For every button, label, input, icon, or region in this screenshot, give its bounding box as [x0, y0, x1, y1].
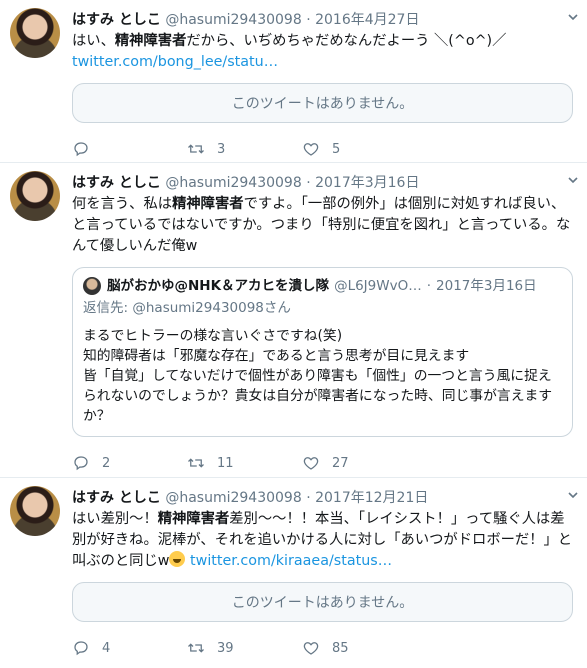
- retweet-button[interactable]: 39: [187, 639, 302, 657]
- tweet-link[interactable]: twitter.com/kiraaea/status…: [190, 553, 392, 569]
- display-name[interactable]: はすみ としこ: [72, 175, 161, 191]
- caret-down-icon[interactable]: [567, 489, 579, 501]
- caret-down-icon[interactable]: [567, 174, 579, 186]
- separator: ·: [306, 490, 311, 506]
- reply-button[interactable]: [72, 140, 187, 158]
- like-count: 85: [332, 640, 349, 656]
- display-name[interactable]: はすみ としこ: [72, 490, 161, 506]
- tweet-actions: 2 11 27: [72, 443, 573, 483]
- reply-count: 4: [102, 640, 111, 656]
- quoted-display-name: 脳がおかゆ@NHK＆アカヒを潰し隊: [107, 278, 330, 294]
- retweet-count: 3: [217, 141, 226, 157]
- like-icon: [303, 143, 319, 156]
- unavailable-tweet-card: このツイートはありません。: [72, 582, 573, 622]
- unavailable-tweet-card: このツイートはありません。: [72, 83, 573, 123]
- user-handle[interactable]: @hasumi29430098: [165, 175, 301, 191]
- separator: ·: [426, 278, 432, 294]
- reply-count: 2: [102, 455, 111, 471]
- quoted-user-handle: @L6J9WvO…: [334, 278, 422, 294]
- separator: ·: [306, 175, 311, 191]
- tweet-text: はい、精神障害者だから、いぢめちゃだめなんだよーう ＼(^o^)／ twitte…: [72, 31, 573, 73]
- retweet-icon: [188, 643, 204, 653]
- tweet-text-bold: 精神障害者: [157, 511, 230, 527]
- tweet-header: はすみ としこ @hasumi29430098 · 2017年3月16日: [72, 173, 573, 193]
- tweet-text-part: はい差別～！: [72, 511, 158, 527]
- tweet-header: はすみ としこ @hasumi29430098 · 2016年4月27日: [72, 10, 573, 30]
- like-button[interactable]: 85: [302, 639, 417, 657]
- tweet-header: はすみ としこ @hasumi29430098 · 2017年12月21日: [72, 488, 573, 508]
- retweet-button[interactable]: 3: [187, 140, 302, 158]
- quoted-tweet-text: まるでヒトラーの様な言いぐさですね(笑) 知的障碍者は「邪魔な存在」であると言う…: [83, 328, 553, 424]
- reply-button[interactable]: 2: [72, 454, 187, 472]
- display-name[interactable]: はすみ としこ: [72, 12, 161, 28]
- avatar[interactable]: [10, 486, 60, 536]
- retweet-count: 11: [217, 455, 234, 471]
- reply-icon: [74, 641, 88, 656]
- quoted-tweet-date: 2017年3月16日: [436, 278, 537, 294]
- tweet-date[interactable]: 2017年3月16日: [315, 175, 419, 191]
- tweet-link[interactable]: twitter.com/bong_lee/statu…: [72, 54, 278, 70]
- tweet-text-bold: 精神障害者: [114, 33, 187, 49]
- quoted-avatar: [83, 277, 101, 295]
- retweet-button[interactable]: 11: [187, 454, 302, 472]
- tweet-date[interactable]: 2016年4月27日: [315, 12, 419, 28]
- tweet-text-bold: 精神障害者: [172, 196, 244, 212]
- reply-to-handle: @hasumi29430098さん: [132, 300, 291, 316]
- tweet[interactable]: はすみ としこ @hasumi29430098 · 2017年3月16日 何を言…: [0, 163, 587, 478]
- like-count: 27: [332, 455, 349, 471]
- quoted-tweet-header: 脳がおかゆ@NHK＆アカヒを潰し隊 @L6J9WvO… · 2017年3月16日: [83, 276, 562, 296]
- retweet-count: 39: [217, 640, 234, 656]
- rolling-laughing-emoji: [169, 551, 186, 567]
- tweet-actions: 4 39 85: [72, 628, 573, 668]
- tweet-text-part: はい、: [72, 33, 115, 49]
- reply-icon: [74, 456, 88, 471]
- tweet[interactable]: はすみ としこ @hasumi29430098 · 2016年4月27日 はい、…: [0, 0, 587, 163]
- like-button[interactable]: 27: [302, 454, 417, 472]
- tweet-date[interactable]: 2017年12月21日: [315, 490, 428, 506]
- tweet-text: はい差別～！精神障害者差別～～！！本当、「レイシスト！」って騒ぐ人は差別が好きね…: [72, 509, 573, 572]
- reply-button[interactable]: 4: [72, 639, 187, 657]
- retweet-icon: [188, 458, 204, 468]
- avatar[interactable]: [10, 8, 60, 58]
- like-icon: [303, 457, 319, 470]
- user-handle[interactable]: @hasumi29430098: [165, 490, 301, 506]
- tweet-text: 何を言う、私は精神障害者ですよ。「一部の例外」は個別に対処すれば良い、と言ってい…: [72, 194, 573, 257]
- caret-down-icon[interactable]: [567, 11, 579, 23]
- like-button[interactable]: 5: [302, 140, 417, 158]
- reply-icon: [74, 142, 88, 157]
- separator: ·: [306, 12, 311, 28]
- quoted-tweet[interactable]: 脳がおかゆ@NHK＆アカヒを潰し隊 @L6J9WvO… · 2017年3月16日…: [72, 267, 573, 437]
- like-count: 5: [332, 141, 341, 157]
- tweet-text-part: だから、いぢめちゃだめなんだよーう ＼(^o^)／: [186, 33, 507, 49]
- tweet-text-part: 何を言う、私は: [72, 196, 173, 212]
- user-handle[interactable]: @hasumi29430098: [165, 12, 301, 28]
- retweet-icon: [188, 144, 204, 154]
- avatar[interactable]: [10, 171, 60, 221]
- reply-context: 返信先: @hasumi29430098さん: [83, 298, 562, 318]
- like-icon: [303, 642, 319, 655]
- tweet[interactable]: はすみ としこ @hasumi29430098 · 2017年12月21日 はい…: [0, 478, 587, 664]
- reply-prefix: 返信先:: [83, 300, 129, 316]
